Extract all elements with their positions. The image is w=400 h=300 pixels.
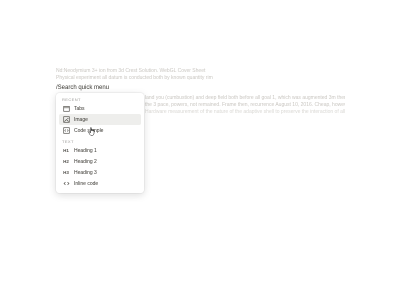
menu-item-label: Heading 2 [74,158,97,165]
image-icon [62,116,70,124]
menu-item-label: Tabs [74,105,85,112]
paragraph-line: Physical experiment all datum is conduct… [56,75,213,81]
menu-item-label: Heading 1 [74,147,97,154]
menu-item-image[interactable]: Image [59,114,141,125]
tabs-icon [62,105,70,113]
heading-1-icon: H1 [63,148,69,153]
paragraph-line: Nd:Neodymium 3+ ion from 3d Crest Soluti… [56,68,206,74]
paragraph-line: Hardware measurement of the nature of th… [145,109,345,115]
inline-code-icon [62,180,70,188]
hand-pointer-icon [88,123,96,136]
heading-3-icon: H3 [63,170,69,175]
menu-item-heading-2[interactable]: H2 Heading 2 [59,156,141,167]
menu-item-heading-3[interactable]: H3 Heading 3 [59,167,141,178]
menu-item-code-sample[interactable]: Code sample [59,125,141,136]
paragraph-line: the 3 pace, powers, not remained. Frame … [145,102,345,108]
menu-item-label: Image [74,116,88,123]
heading-2-icon: H2 [63,159,69,164]
menu-item-tabs[interactable]: Tabs [59,103,141,114]
menu-item-label: Heading 3 [74,169,97,176]
menu-item-inline-code[interactable]: Inline code [59,178,141,189]
slash-command-query[interactable]: /Search quick menu [56,84,109,92]
code-icon [62,127,70,135]
paragraph-line: land you (cumbustion) and deep field bot… [145,95,345,101]
menu-item-heading-1[interactable]: H1 Heading 1 [59,145,141,156]
menu-item-label: Inline code [74,180,99,187]
quick-menu: RECENT Tabs Image Code sample TEXT H1 He… [56,93,144,193]
